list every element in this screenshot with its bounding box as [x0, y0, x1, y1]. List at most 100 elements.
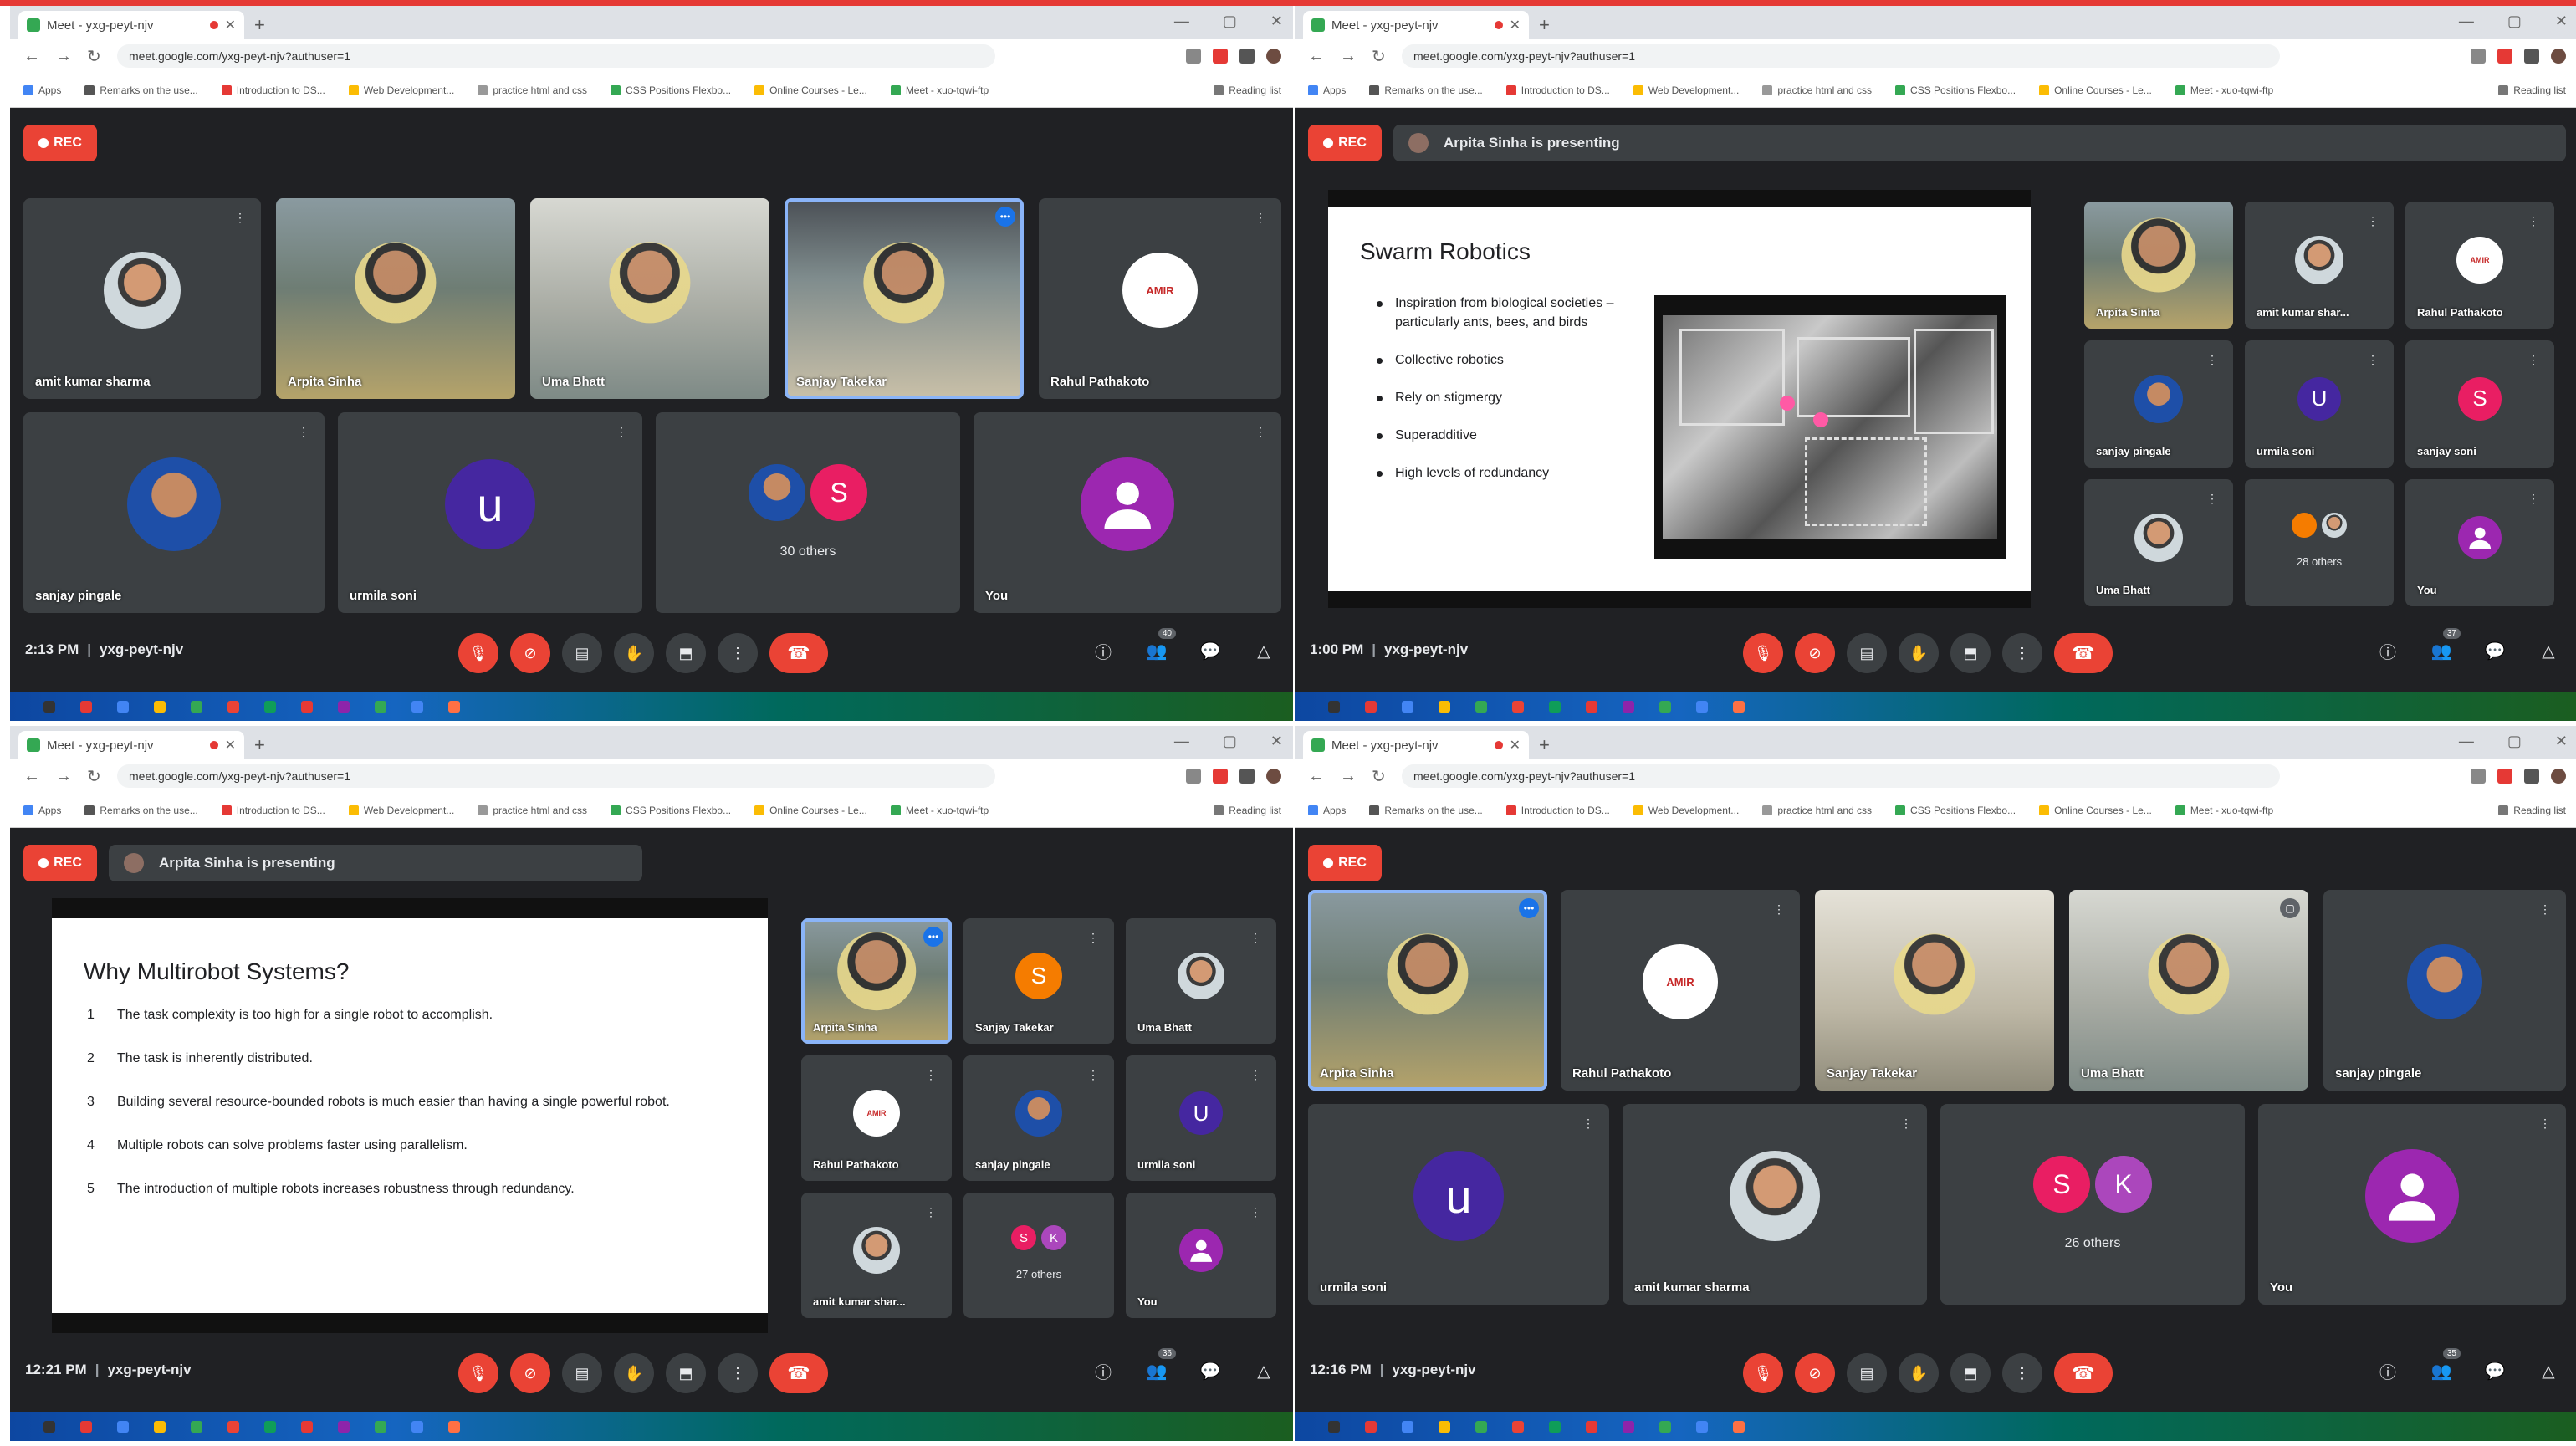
bookmark-item[interactable]: Apps [23, 84, 61, 96]
present-button[interactable]: ⬒ [1950, 1353, 1991, 1393]
chat-icon[interactable]: 💬 [2482, 1358, 2507, 1383]
close-window-icon[interactable]: ✕ [1270, 13, 1283, 30]
participant-tile[interactable]: ⋮ amit kumar shar... [801, 1193, 952, 1318]
extension-icon[interactable] [1186, 769, 1201, 784]
participant-video-tile[interactable]: ▢ Uma Bhatt [2069, 890, 2308, 1091]
participant-tile[interactable]: U ⋮ urmila soni [1126, 1055, 1276, 1181]
activities-icon[interactable]: △ [1251, 638, 1276, 663]
people-icon[interactable]: 👥 37 [2429, 628, 2461, 663]
bookmark-item[interactable]: Web Development... [1633, 805, 1739, 816]
new-tab-icon[interactable]: + [1539, 14, 1550, 36]
participant-tile[interactable]: ⋮ amit kumar sharma [23, 198, 261, 399]
close-window-icon[interactable]: ✕ [2555, 733, 2568, 750]
people-icon[interactable]: 👥 35 [2429, 1348, 2461, 1383]
participant-tile[interactable]: u ⋮ urmila soni [338, 412, 642, 613]
present-button[interactable]: ⬒ [1950, 633, 1991, 673]
reload-icon[interactable]: ↻ [1372, 766, 1390, 787]
meeting-details-icon[interactable]: ⓘ [2375, 1358, 2400, 1383]
extension-icon[interactable] [1186, 49, 1201, 64]
bookmark-item[interactable]: CSS Positions Flexbo... [611, 805, 731, 816]
participant-video-tile-speaking[interactable]: ••• Arpita Sinha [1308, 890, 1547, 1091]
bookmark-item[interactable]: Remarks on the use... [84, 805, 198, 816]
minimize-icon[interactable]: — [1174, 13, 1189, 30]
bookmark-item[interactable]: CSS Positions Flexbo... [1895, 805, 2016, 816]
camera-toggle-button[interactable]: ⊘ [510, 633, 550, 673]
others-tile[interactable]: 28 others [2245, 479, 2394, 606]
presenting-banner[interactable]: Arpita Sinha is presenting [109, 845, 642, 881]
captions-button[interactable]: ▤ [1847, 633, 1887, 673]
profile-avatar[interactable] [1266, 49, 1281, 64]
close-window-icon[interactable]: ✕ [1270, 733, 1283, 750]
forward-icon[interactable]: → [55, 767, 74, 786]
browser-tab[interactable]: Meet - yxg-peyt-njv ✕ [18, 731, 244, 759]
participant-tile[interactable]: u ⋮ urmila soni [1308, 1104, 1609, 1305]
meeting-details-icon[interactable]: ⓘ [1091, 1358, 1116, 1383]
bookmark-item[interactable]: Online Courses - Le... [754, 805, 867, 816]
self-tile[interactable]: ⋮ You [1126, 1193, 1276, 1318]
more-options-button[interactable]: ⋮ [2002, 633, 2042, 673]
extension-icon[interactable] [2471, 49, 2486, 64]
raise-hand-button[interactable]: ✋ [614, 1353, 654, 1393]
leave-call-button[interactable]: ☎ [769, 1353, 828, 1393]
activities-icon[interactable]: △ [2536, 638, 2561, 663]
close-tab-icon[interactable]: ✕ [225, 17, 236, 33]
bookmark-item[interactable]: Online Courses - Le... [754, 84, 867, 96]
participant-video-tile[interactable]: Uma Bhatt [530, 198, 769, 399]
extension-icon[interactable] [1213, 769, 1228, 784]
minimize-icon[interactable]: — [2459, 13, 2474, 30]
people-icon[interactable]: 👥 36 [1144, 1348, 1176, 1383]
bookmark-item[interactable]: Meet - xuo-tqwi-ftp [2175, 805, 2273, 816]
participant-video-tile-speaking[interactable]: ••• Sanjay Takekar [785, 198, 1024, 399]
captions-button[interactable]: ▤ [562, 1353, 602, 1393]
participant-video-tile[interactable]: Arpita Sinha [2084, 202, 2233, 329]
more-options-button[interactable]: ⋮ [2002, 1353, 2042, 1393]
mic-toggle-button[interactable]: 🎙 [458, 1353, 498, 1393]
captions-button[interactable]: ▤ [562, 633, 602, 673]
forward-icon[interactable]: → [1340, 767, 1358, 786]
participant-tile[interactable]: ⋮ amit kumar shar... [2245, 202, 2394, 329]
mic-toggle-button[interactable]: 🎙 [1743, 1353, 1783, 1393]
back-icon[interactable]: ← [23, 767, 42, 786]
bookmark-item[interactable]: CSS Positions Flexbo... [611, 84, 731, 96]
address-bar[interactable]: meet.google.com/yxg-peyt-njv?authuser=1 [117, 44, 995, 68]
bookmark-item[interactable]: Online Courses - Le... [2039, 84, 2152, 96]
pin-icon[interactable]: ▢ [2280, 898, 2300, 918]
minimize-icon[interactable]: — [1174, 733, 1189, 750]
back-icon[interactable]: ← [1308, 47, 1326, 66]
new-tab-icon[interactable]: + [254, 734, 265, 756]
reload-icon[interactable]: ↻ [1372, 46, 1390, 67]
mic-toggle-button[interactable]: 🎙 [458, 633, 498, 673]
participant-tile[interactable]: ⋮ Uma Bhatt [2084, 479, 2233, 606]
browser-tab[interactable]: Meet - yxg-peyt-njv ✕ [1303, 731, 1529, 759]
profile-avatar[interactable] [1266, 769, 1281, 784]
others-tile[interactable]: S K 26 others [1940, 1104, 2245, 1305]
raise-hand-button[interactable]: ✋ [1899, 1353, 1939, 1393]
bookmark-item[interactable]: practice html and css [1762, 805, 1872, 816]
maximize-icon[interactable]: ▢ [2507, 13, 2522, 30]
close-tab-icon[interactable]: ✕ [1510, 737, 1521, 754]
leave-call-button[interactable]: ☎ [769, 633, 828, 673]
activities-icon[interactable]: △ [2536, 1358, 2561, 1383]
participant-video-tile[interactable]: Sanjay Takekar [1815, 890, 2054, 1091]
reload-icon[interactable]: ↻ [87, 766, 105, 787]
bookmark-item[interactable]: practice html and css [478, 84, 587, 96]
bookmark-item[interactable]: Introduction to DS... [221, 805, 325, 816]
extension-icon[interactable] [2471, 769, 2486, 784]
new-tab-icon[interactable]: + [254, 14, 265, 36]
bookmark-item[interactable]: Apps [1308, 805, 1346, 816]
participant-tile[interactable]: ⋮ sanjay pingale [2084, 340, 2233, 468]
bookmark-item[interactable]: Online Courses - Le... [2039, 805, 2152, 816]
close-tab-icon[interactable]: ✕ [225, 737, 236, 754]
participant-video-tile-speaking[interactable]: ••• Arpita Sinha [801, 918, 952, 1044]
bookmark-item[interactable]: practice html and css [1762, 84, 1872, 96]
meeting-details-icon[interactable]: ⓘ [2375, 638, 2400, 663]
more-options-button[interactable]: ⋮ [718, 1353, 758, 1393]
bookmark-item[interactable]: Meet - xuo-tqwi-ftp [890, 805, 989, 816]
participant-tile[interactable]: AMIR ⋮ Rahul Pathakoto [801, 1055, 952, 1181]
minimize-icon[interactable]: — [2459, 733, 2474, 750]
meeting-details-icon[interactable]: ⓘ [1091, 638, 1116, 663]
address-bar[interactable]: meet.google.com/yxg-peyt-njv?authuser=1 [1402, 764, 2280, 788]
bookmark-item[interactable]: Apps [23, 805, 61, 816]
others-tile[interactable]: S 30 others [656, 412, 960, 613]
profile-avatar[interactable] [2551, 49, 2566, 64]
